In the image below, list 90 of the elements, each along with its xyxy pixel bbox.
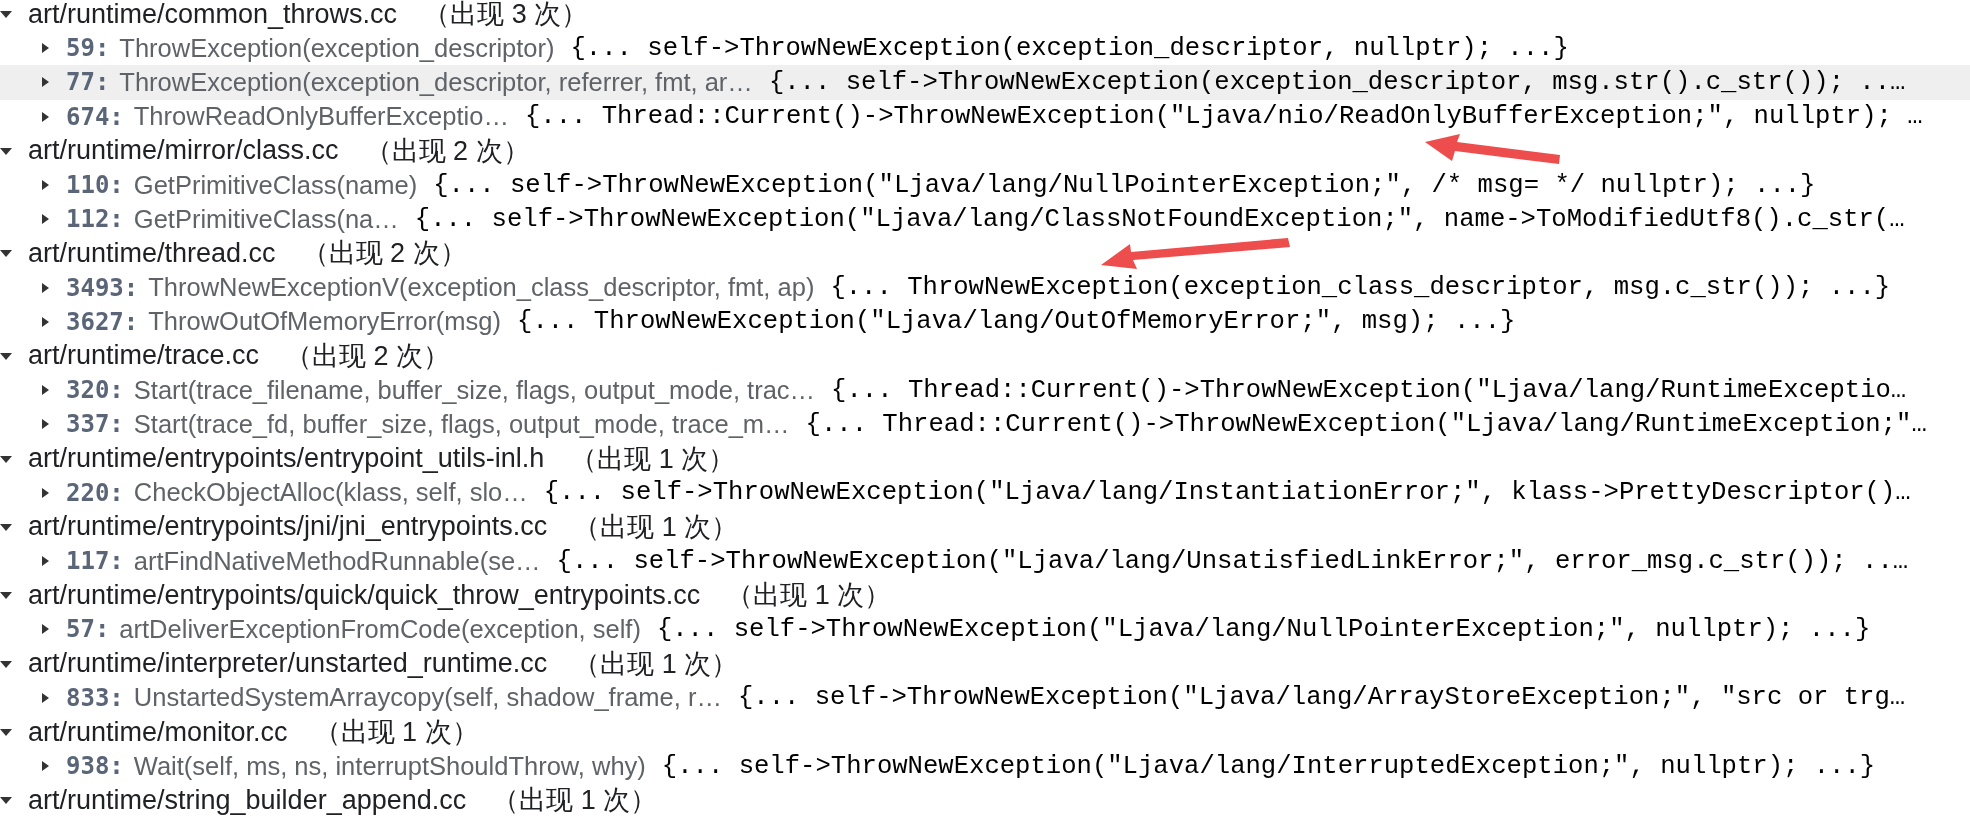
result-row[interactable]: 938: Wait(self, ms, ns, interruptShouldThrow, why) {... self->ThrowNewException("Ljava/lang/InterruptedException;", nullptr); ...} [0,749,1970,784]
function-signature: artFindNativeMethodRunnable(se… [133,546,541,576]
function-signature: ThrowOutOfMemoryError(msg) [148,307,502,337]
caret-icon[interactable] [40,418,50,431]
result-row[interactable]: 59: ThrowException(exception_descriptor) {... self->ThrowNewException(exception_descriptor, nullptr); ...} [0,31,1970,66]
function-signature: GetPrimitiveClass(na… [133,204,399,234]
match-count: （出现 1 次） [492,784,658,818]
function-signature: Start(trace_filename, buffer_size, flags, output_mode, trac… [133,375,816,405]
match-count: （出现 2 次） [301,237,467,271]
match-count: （出现 1 次） [573,647,739,681]
function-signature: artDeliverExceptionFromCode(exception, self) [119,614,641,644]
match-count: （出现 1 次） [726,579,892,613]
result-row[interactable]: 112: GetPrimitiveClass(na… {... self->ThrowNewException("Ljava/lang/ClassNotFoundException;", name->ToModifiedUtf8().c_str(… [0,202,1970,237]
caret-icon[interactable] [40,486,50,499]
code-snippet: {... self->ThrowNewException("Ljava/lang/InstantiationError;", klass->PrettyDescriptor()… [543,478,1911,508]
line-number: 110: [66,171,124,200]
result-row[interactable]: 3627: ThrowOutOfMemoryError(msg) {... ThrowNewException("Ljava/lang/OutOfMemoryError;", msg); ...} [0,304,1970,339]
result-row[interactable]: 674: ThrowReadOnlyBufferExceptio… {... Thread::Current()->ThrowNewException("Ljava/nio/ReadOnlyBufferException;", nullptr); … [0,99,1970,134]
file-path[interactable]: art/runtime/entrypoints/quick/quick_throw_entrypoints.cc [28,579,701,611]
result-row[interactable]: 220: CheckObjectAlloc(klass, self, slo… {... self->ThrowNewException("Ljava/lang/InstantiationError;", klass->PrettyDescriptor()… [0,475,1970,510]
line-number: 117: [66,547,124,576]
file-path[interactable]: art/runtime/interpreter/unstarted_runtime.cc [28,648,548,680]
caret-icon[interactable] [40,179,50,192]
function-signature: Wait(self, ms, ns, interruptShouldThrow, why) [133,751,646,781]
result-row[interactable]: 57: artDeliverExceptionFromCode(exception, self) {... self->ThrowNewException("Ljava/lang/NullPointerException;", nullptr); ...} [0,612,1970,647]
file-path[interactable]: art/runtime/thread.cc [28,237,276,269]
match-count: （出现 1 次） [570,442,736,476]
line-number: 3493: [66,273,139,302]
result-row[interactable]: 337: Start(trace_fd, buffer_size, flags, output_mode, trace_m… {... Thread::Current()->ThrowNewException("Ljava/lang/RuntimeException;"… [0,407,1970,442]
caret-icon[interactable] [40,555,50,568]
match-count: （出现 2 次） [285,339,451,373]
function-signature: Start(trace_fd, buffer_size, flags, output_mode, trace_m… [133,409,790,439]
caret-icon[interactable] [40,213,50,226]
function-signature: ThrowException(exception_descriptor) [119,33,555,63]
line-number: 3627: [66,307,139,336]
caret-icon[interactable] [40,623,50,636]
file-path[interactable]: art/runtime/mirror/class.cc [28,135,339,167]
caret-icon[interactable] [40,42,50,55]
line-number: 112: [66,205,124,234]
match-count: （出现 3 次） [423,0,589,32]
code-snippet: {... self->ThrowNewException("Ljava/lang/NullPointerException;", /* msg= */ nullptr); ...} [433,170,1816,200]
code-snippet: {... self->ThrowNewException("Ljava/lang/NullPointerException;", nullptr); ...} [656,614,1871,644]
code-snippet: {... self->ThrowNewException("Ljava/lang/ClassNotFoundException;", name->ToModifiedUtf8().c_str(… [414,204,1905,234]
code-snippet: {... Thread::Current()->ThrowNewException("Ljava/lang/RuntimeExceptio… [831,375,1907,405]
file-path[interactable]: art/runtime/trace.cc [28,340,260,372]
file-path[interactable]: art/runtime/entrypoints/entrypoint_utils-inl.h [28,443,545,475]
caret-icon[interactable] [40,281,50,294]
function-signature: GetPrimitiveClass(name) [133,170,418,200]
code-snippet: {... Thread::Current()->ThrowNewException("Ljava/lang/RuntimeException;"… [805,409,1927,439]
caret-icon[interactable] [40,384,50,397]
code-snippet: {... self->ThrowNewException("Ljava/lang/UnsatisfiedLinkError;", error_msg.c_str()); ..… [556,546,1909,576]
line-number: 320: [66,376,124,405]
function-signature: CheckObjectAlloc(klass, self, slo… [133,478,528,508]
line-number: 674: [66,102,124,131]
file-path[interactable]: art/runtime/common_throws.cc [28,0,398,30]
result-row[interactable]: 77: ThrowException(exception_descriptor, referrer, fmt, ar… {... self->ThrowNewException(exception_descriptor, msg.str().c_str()); ..… [0,65,1970,100]
caret-icon[interactable] [40,110,50,123]
match-count: （出现 2 次） [364,134,530,168]
function-signature: UnstartedSystemArraycopy(self, shadow_frame, r… [133,683,722,713]
result-row[interactable]: 3493: ThrowNewExceptionV(exception_class_descriptor, fmt, ap) {... ThrowNewException(exception_class_descriptor, msg.c_str()); ...} [0,270,1970,305]
line-number: 220: [66,478,124,507]
code-snippet: {... self->ThrowNewException("Ljava/lang/InterruptedException;", nullptr); ...} [661,751,1876,781]
file-path[interactable]: art/runtime/monitor.cc [28,716,288,748]
line-number: 59: [66,34,110,63]
code-snippet: {... Thread::Current()->ThrowNewException("Ljava/nio/ReadOnlyBufferException;", nullptr); … [524,102,1923,132]
line-number: 833: [66,683,124,712]
caret-icon[interactable] [40,691,50,704]
file-path[interactable]: art/runtime/entrypoints/jni/jni_entrypoints.cc [28,511,548,543]
caret-icon[interactable] [40,76,50,89]
line-number: 938: [66,752,124,781]
code-snippet: {... ThrowNewException(exception_class_descriptor, msg.c_str()); ...} [830,273,1891,303]
line-number: 57: [66,615,110,644]
line-number: 77: [66,68,110,97]
code-snippet: {... self->ThrowNewException("Ljava/lang/ArrayStoreException;", "src or trg… [737,683,1906,713]
line-number: 337: [66,410,124,439]
result-row[interactable]: 117: artFindNativeMethodRunnable(se… {... self->ThrowNewException("Ljava/lang/UnsatisfiedLinkError;", error_msg.c_str()); ..… [0,544,1970,579]
match-count: （出现 1 次） [573,510,739,544]
caret-icon[interactable] [40,315,50,328]
match-count: （出现 1 次） [313,716,479,750]
file-path[interactable]: art/runtime/string_builder_append.cc [28,784,467,816]
result-row[interactable]: 833: UnstartedSystemArraycopy(self, shadow_frame, r… {... self->ThrowNewException("Ljava/lang/ArrayStoreException;", "src or trg… [0,680,1970,715]
code-snippet: {... self->ThrowNewException(exception_descriptor, nullptr); ...} [570,33,1569,63]
code-snippet: {... ThrowNewException("Ljava/lang/OutOfMemoryError;", msg); ...} [517,307,1516,337]
result-row[interactable]: 320: Start(trace_filename, buffer_size, flags, output_mode, trac… {... Thread::Current()->ThrowNewException("Ljava/lang/RuntimeExceptio… [0,373,1970,408]
function-signature: ThrowNewExceptionV(exception_class_descriptor, fmt, ap) [148,273,815,303]
code-snippet: {... self->ThrowNewException(exception_descriptor, msg.str().c_str()); ..… [768,67,1906,97]
function-signature: ThrowReadOnlyBufferExceptio… [133,102,509,132]
result-row[interactable]: 110: GetPrimitiveClass(name) {... self->ThrowNewException("Ljava/lang/NullPointerException;", /* msg= */ nullptr); ...} [0,167,1970,203]
function-signature: ThrowException(exception_descriptor, referrer, fmt, ar… [119,67,753,97]
caret-icon[interactable] [40,760,50,773]
